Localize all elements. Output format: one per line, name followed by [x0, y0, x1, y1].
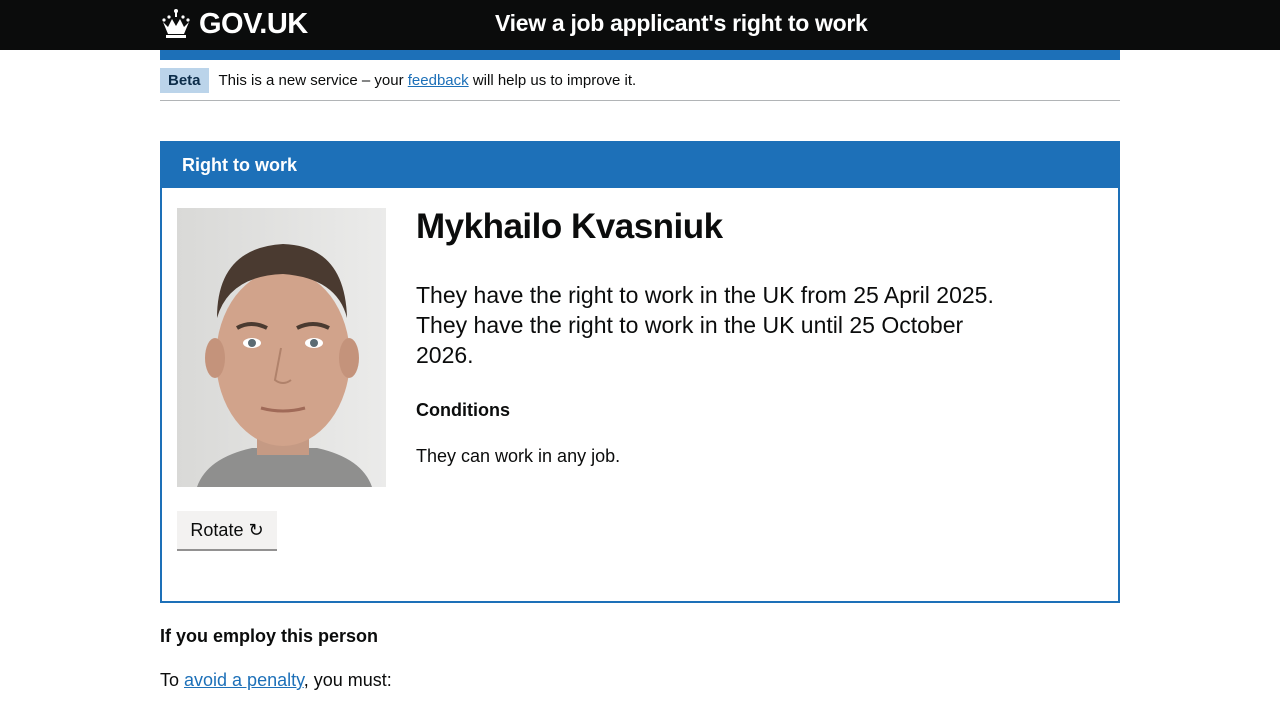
govuk-logo-link[interactable]: GOV.UK: [160, 6, 308, 42]
logo-text: GOV.UK: [199, 7, 308, 40]
penalty-text: To avoid a penalty, you must:: [160, 670, 392, 690]
applicant-photo: [177, 208, 386, 487]
crown-icon: [162, 9, 190, 38]
header-blue-bar: [160, 50, 1120, 60]
employ-heading: If you employ this person: [160, 626, 379, 646]
service-name[interactable]: View a job applicant's right to work: [495, 10, 868, 37]
avoid-penalty-link[interactable]: avoid a penalty: [184, 670, 304, 690]
rotate-button-label: Rotate: [190, 519, 244, 540]
conditions-heading: Conditions: [416, 400, 510, 420]
person-name: Mykhailo Kvasniuk: [416, 207, 723, 246]
beta-tag: Beta: [160, 67, 209, 93]
phase-banner-text: This is a new service – your feedback wi…: [218, 71, 637, 89]
right-to-work-panel: Right to work Rotate ↻ Mykhailo Kvasniuk…: [160, 141, 1120, 603]
panel-header: Right to work: [162, 143, 1118, 188]
rtw-until-text: They have the right to work in the UK un…: [416, 312, 964, 368]
panel-title: Right to work: [182, 155, 297, 175]
phase-banner: Beta This is a new service – your feedba…: [160, 60, 1120, 101]
rtw-from-text: They have the right to work in the UK fr…: [416, 282, 994, 308]
feedback-link[interactable]: feedback: [408, 72, 469, 89]
conditions-text: They can work in any job.: [416, 446, 621, 466]
rotate-button[interactable]: Rotate ↻: [177, 511, 277, 551]
rotate-clockwise-icon: ↻: [248, 519, 264, 540]
site-header: GOV.UK View a job applicant's right to w…: [0, 0, 1280, 50]
right-to-work-statement: They have the right to work in the UK fr…: [416, 280, 1016, 370]
